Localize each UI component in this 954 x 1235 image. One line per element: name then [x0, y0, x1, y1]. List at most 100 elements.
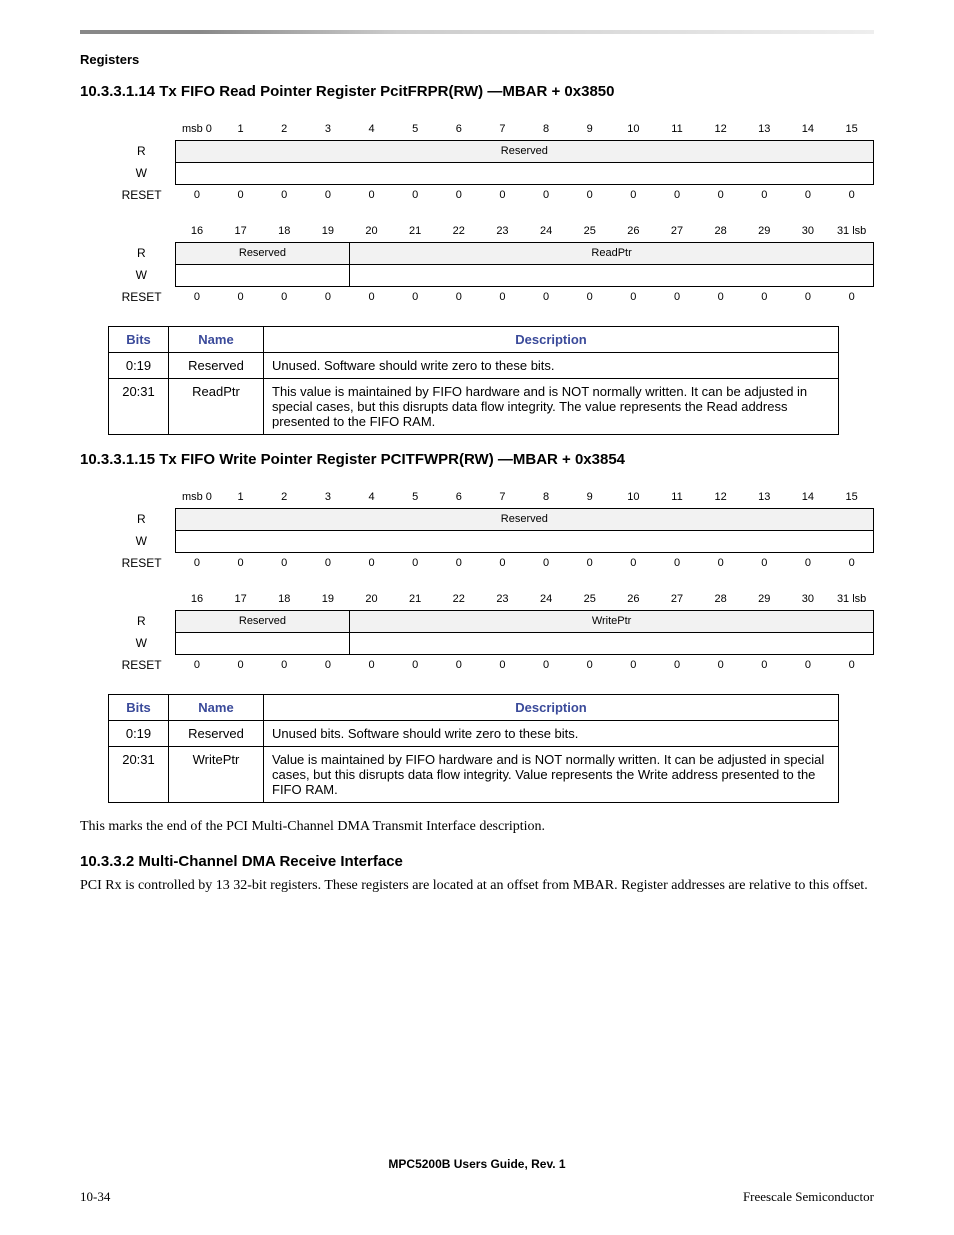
reset-val: 0 — [306, 654, 350, 676]
bitnum: 31 lsb — [830, 588, 874, 610]
reset-val: 0 — [568, 654, 612, 676]
reset-val: 0 — [481, 184, 525, 206]
bitnum: 8 — [524, 118, 568, 140]
reset-val: 0 — [437, 552, 481, 574]
section-title: 10.3.3.1.15 Tx FIFO Write Pointer Regist… — [80, 451, 874, 468]
bitnum: msb 0 — [175, 118, 219, 140]
reset-val: 0 — [568, 184, 612, 206]
bitnum: 16 — [175, 588, 219, 610]
bitnum: 27 — [655, 220, 699, 242]
footer-right: Freescale Semiconductor — [743, 1189, 874, 1205]
reset-val: 0 — [830, 654, 874, 676]
rw-label: R — [108, 508, 175, 530]
reset-val: 0 — [481, 286, 525, 308]
reset-val: 0 — [524, 654, 568, 676]
bitnum: 29 — [742, 220, 786, 242]
bitnum: 22 — [437, 220, 481, 242]
reset-val: 0 — [742, 552, 786, 574]
bitnum: 20 — [350, 220, 394, 242]
reset-val: 0 — [262, 184, 306, 206]
reset-val: 0 — [175, 552, 219, 574]
bitnum: 24 — [524, 220, 568, 242]
bitnum: 15 — [830, 486, 874, 508]
bitnum: 5 — [393, 118, 437, 140]
field-reserved: Reserved — [175, 610, 350, 632]
reset-val: 0 — [612, 552, 656, 574]
bitnum: 29 — [742, 588, 786, 610]
bitnum: 4 — [350, 486, 394, 508]
footer-left: 10-34 — [80, 1189, 110, 1205]
bitnum: 9 — [568, 118, 612, 140]
bitnum: 7 — [481, 118, 525, 140]
reset-val: 0 — [393, 654, 437, 676]
col-desc-header: Description — [264, 695, 839, 721]
reset-val: 0 — [350, 286, 394, 308]
bitnum: 23 — [481, 220, 525, 242]
description-table-2: Bits Name Description 0:19ReservedUnused… — [108, 694, 839, 803]
bitnum: 24 — [524, 588, 568, 610]
register-diagram-2: msb 0123456789101112131415 RReserved W R… — [108, 486, 874, 676]
reset-val: 0 — [612, 654, 656, 676]
field-blank — [175, 264, 350, 286]
rw-label: W — [108, 264, 175, 286]
bitnum: 21 — [393, 588, 437, 610]
col-bits-header: Bits — [109, 695, 169, 721]
bitnum: 28 — [699, 588, 743, 610]
bits-cell: 0:19 — [109, 721, 169, 747]
bitnum: 15 — [830, 118, 874, 140]
col-name-header: Name — [169, 695, 264, 721]
reset-val: 0 — [786, 286, 830, 308]
bits-cell: 20:31 — [109, 747, 169, 803]
header-label: Registers — [80, 52, 874, 67]
reset-val: 0 — [481, 552, 525, 574]
reset-label: RESET — [108, 286, 175, 308]
bitnum: 17 — [219, 220, 263, 242]
bitnum: 13 — [742, 486, 786, 508]
bitnum: 26 — [612, 588, 656, 610]
bitnum: 25 — [568, 220, 612, 242]
bitnum: 1 — [219, 118, 263, 140]
reset-val: 0 — [830, 552, 874, 574]
reset-val: 0 — [830, 184, 874, 206]
reset-val: 0 — [175, 184, 219, 206]
table-row: 20:31ReadPtrThis value is maintained by … — [109, 379, 839, 435]
reset-val: 0 — [481, 654, 525, 676]
closing-text: This marks the end of the PCI Multi-Chan… — [80, 819, 874, 835]
reset-val: 0 — [699, 552, 743, 574]
reset-val: 0 — [219, 654, 263, 676]
page-footer: MPC5200B Users Guide, Rev. 1 10-34 Frees… — [80, 1157, 874, 1205]
bitnum: 1 — [219, 486, 263, 508]
table-header-row: Bits Name Description — [109, 327, 839, 353]
reset-val: 0 — [786, 654, 830, 676]
reset-label: RESET — [108, 654, 175, 676]
rw-label: W — [108, 530, 175, 552]
bitnum: 11 — [655, 118, 699, 140]
footer-center: MPC5200B Users Guide, Rev. 1 — [80, 1157, 874, 1171]
reset-val: 0 — [568, 286, 612, 308]
reset-val: 0 — [742, 184, 786, 206]
reset-val: 0 — [437, 654, 481, 676]
register-diagram-1: msb 0123456789101112131415 RReserved W R… — [108, 118, 874, 308]
desc-cell: Unused. Software should write zero to th… — [264, 353, 839, 379]
body-text: PCI Rx is controlled by 13 32-bit regist… — [80, 878, 874, 894]
reset-val: 0 — [524, 552, 568, 574]
bitnum: 14 — [786, 486, 830, 508]
reset-val: 0 — [306, 184, 350, 206]
rw-label: R — [108, 242, 175, 264]
reset-val: 0 — [262, 654, 306, 676]
reset-val: 0 — [306, 552, 350, 574]
reset-label: RESET — [108, 184, 175, 206]
rw-label: R — [108, 140, 175, 162]
bitnum: 7 — [481, 486, 525, 508]
reset-val: 0 — [699, 654, 743, 676]
bits-cell: 0:19 — [109, 353, 169, 379]
bitnum: 18 — [262, 220, 306, 242]
bitnum: 6 — [437, 486, 481, 508]
table-row: 20:31WritePtrValue is maintained by FIFO… — [109, 747, 839, 803]
field-blank — [350, 632, 874, 654]
bitnum: 9 — [568, 486, 612, 508]
reset-val: 0 — [524, 286, 568, 308]
desc-cell: This value is maintained by FIFO hardwar… — [264, 379, 839, 435]
bitnum: 8 — [524, 486, 568, 508]
bitnum: 22 — [437, 588, 481, 610]
